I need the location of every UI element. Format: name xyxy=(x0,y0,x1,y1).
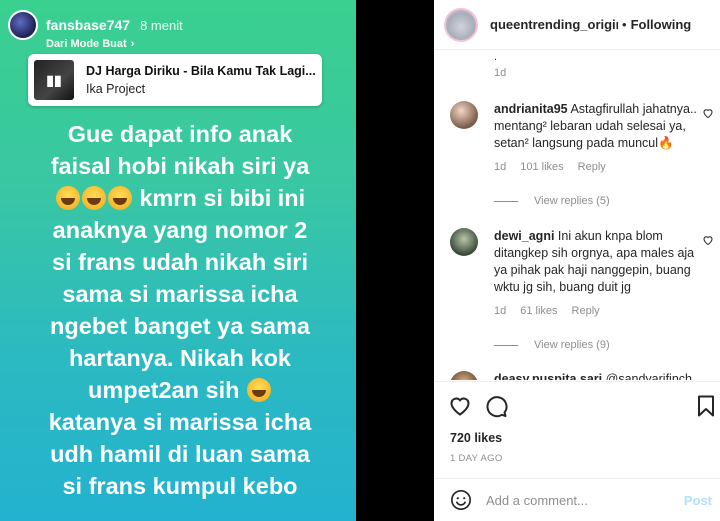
comment-input[interactable] xyxy=(486,492,676,508)
story-line-with-emoji: umpet2an sih xyxy=(20,374,340,406)
commenter-username[interactable]: deasy.puspita.sari xyxy=(494,372,602,380)
commenter-username[interactable]: andrianita95 xyxy=(494,102,568,116)
story-line: Gue dapat info anak xyxy=(67,121,293,147)
poster-avatar[interactable] xyxy=(444,7,478,42)
story-text: Gue dapat info anak faisal hobi nikah si… xyxy=(20,118,340,502)
comment-bubble-icon[interactable] xyxy=(484,394,508,418)
music-title: DJ Harga Diriku - Bila Kamu Tak Lagi... xyxy=(86,64,316,78)
view-replies-button[interactable]: View replies (9) xyxy=(494,339,718,351)
story-line: hartanya. Nikah kok xyxy=(68,345,292,371)
post-panel: queentrending_origina • Following . 1d a… xyxy=(434,0,720,521)
post-comment-button[interactable]: Post xyxy=(684,493,712,508)
story-line: si frans kumpul kebo xyxy=(62,473,298,499)
poster-username[interactable]: queentrending_origina xyxy=(490,17,618,32)
view-replies-button[interactable]: View replies (5) xyxy=(494,195,718,207)
commenter-avatar[interactable] xyxy=(450,101,478,129)
commenter-username[interactable]: dewi_agni xyxy=(494,229,554,243)
like-comment-heart-icon[interactable] xyxy=(702,107,714,119)
story-line: si frans udah nikah siri xyxy=(52,249,308,275)
like-comment-heart-icon[interactable] xyxy=(702,234,714,246)
comment-item: dewi_agni Ini akun knpa blom ditangkep s… xyxy=(450,228,718,351)
chevron-right-icon: › xyxy=(130,38,135,50)
laughing-emoji-icon xyxy=(55,186,80,210)
commenter-avatar[interactable] xyxy=(450,228,478,256)
previous-comment-time: 1d xyxy=(494,67,507,79)
story-line: ngebet banget ya sama xyxy=(50,313,310,339)
story-line-with-emoji: kmrn si bibi ini xyxy=(20,182,340,214)
album-art-icon: ▮▮ xyxy=(34,60,74,100)
backdrop xyxy=(356,0,434,521)
post-date: 1 DAY AGO xyxy=(450,453,503,464)
replies-line xyxy=(494,344,518,346)
add-comment-bar: Post xyxy=(434,478,720,521)
story-line: kmrn si bibi ini xyxy=(139,185,306,211)
story-create-mode[interactable]: Dari Mode Buat › xyxy=(46,38,134,50)
commenter-avatar[interactable] xyxy=(450,371,478,380)
comment-meta: 1d 101 likes Reply xyxy=(494,161,718,173)
comment-meta: 1d 61 likes Reply xyxy=(494,305,718,317)
post-likes[interactable]: 720 likes xyxy=(450,431,502,445)
like-heart-icon[interactable] xyxy=(448,394,472,418)
laughing-emoji-icon xyxy=(247,378,271,402)
comment-time: 1d xyxy=(494,305,507,317)
comment-item: deasy.puspita.sari @sandyarifinch xyxy=(450,371,718,380)
comments-list[interactable]: . 1d andrianita95 Astagfirullah jahatnya… xyxy=(434,51,720,380)
comment-time: 1d xyxy=(494,161,507,173)
story-line: udh hamil di luan sama xyxy=(50,441,310,467)
emoji-smiley-icon[interactable] xyxy=(450,489,472,511)
story-line: katanya si marissa icha xyxy=(48,409,312,435)
story-line: anaknya yang nomor 2 xyxy=(52,217,308,243)
replies-line xyxy=(494,200,518,202)
reply-button[interactable]: Reply xyxy=(572,305,600,317)
comment-body: andrianita95 Astagfirullah jahatnya.. me… xyxy=(494,101,704,152)
following-button[interactable]: Following xyxy=(631,17,692,32)
reply-button[interactable]: Reply xyxy=(578,161,606,173)
comment-likes[interactable]: 101 likes xyxy=(520,161,563,173)
post-header: queentrending_origina • Following xyxy=(434,0,720,50)
story-avatar[interactable] xyxy=(8,10,38,40)
music-sticker[interactable]: ▮▮ DJ Harga Diriku - Bila Kamu Tak Lagi.… xyxy=(28,54,322,106)
comment-item: andrianita95 Astagfirullah jahatnya.. me… xyxy=(450,101,718,207)
story-line: umpet2an sih xyxy=(87,377,240,403)
music-artist: Ika Project xyxy=(86,82,146,96)
comment-body: dewi_agni Ini akun knpa blom ditangkep s… xyxy=(494,228,704,296)
story-username[interactable]: fansbase747 xyxy=(46,17,130,33)
story-header: fansbase747 8 menit xyxy=(8,10,183,40)
story-subtitle: Dari Mode Buat xyxy=(46,38,127,50)
laughing-emoji-icon xyxy=(107,186,132,210)
view-replies-label: View replies (9) xyxy=(534,339,610,351)
comment-body: deasy.puspita.sari @sandyarifinch xyxy=(494,371,704,380)
bookmark-icon[interactable] xyxy=(694,394,718,418)
comment-text: @sandyarifinch xyxy=(605,372,692,380)
story-line: sama si marissa icha xyxy=(62,281,298,307)
separator-dot: • xyxy=(622,17,627,32)
story-line: faisal hobi nikah siri ya xyxy=(50,153,310,179)
previous-comment-fragment: . xyxy=(494,51,498,63)
story-time: 8 menit xyxy=(140,17,183,33)
laughing-emoji-icon xyxy=(81,186,106,210)
view-replies-label: View replies (5) xyxy=(534,195,610,207)
comment-likes[interactable]: 61 likes xyxy=(520,305,557,317)
screen: fansbase747 8 menit Dari Mode Buat › ▮▮ … xyxy=(0,0,720,521)
post-actions xyxy=(434,381,720,429)
story-panel: fansbase747 8 menit Dari Mode Buat › ▮▮ … xyxy=(0,0,356,521)
